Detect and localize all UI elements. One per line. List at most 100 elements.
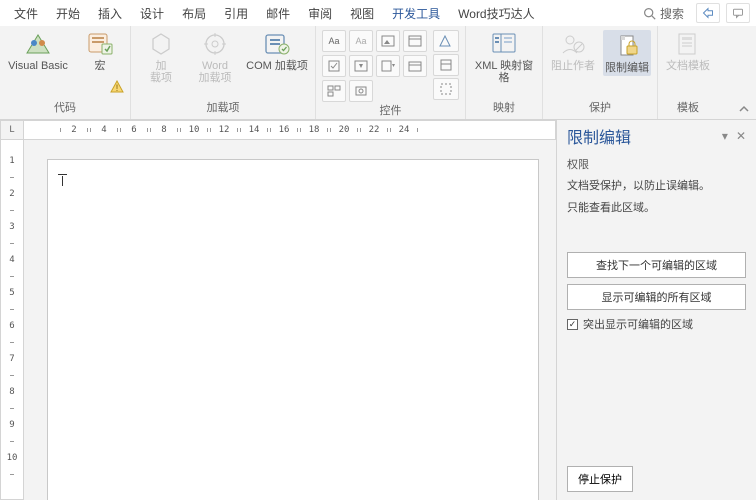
warning-icon: ! [110, 80, 124, 94]
tab-view[interactable]: 视图 [342, 1, 382, 26]
com-addins-label: COM 加载项 [246, 60, 308, 72]
horizontal-ruler[interactable]: 24681012141618202224 [24, 120, 556, 140]
ruler-mark: 9 [9, 420, 14, 430]
control-legacy[interactable] [349, 80, 373, 102]
panel-close-button[interactable]: ✕ [736, 129, 746, 143]
visual-basic-label: Visual Basic [8, 60, 68, 72]
tab-design[interactable]: 设计 [132, 1, 172, 26]
tab-selector[interactable]: L [0, 120, 24, 140]
control-plaintext[interactable]: Aa [349, 30, 373, 52]
control-checkbox[interactable] [322, 55, 346, 77]
word-addins-icon [199, 30, 231, 58]
design-mode-button[interactable] [433, 30, 459, 52]
ruler-mark: 3 [9, 222, 14, 232]
ruler-mark: 22 [363, 125, 385, 135]
search-label: 搜索 [660, 5, 684, 22]
addins-label: 加 载项 [150, 60, 172, 84]
ruler-mark: 5 [9, 288, 14, 298]
xml-mapping-label: XML 映射窗格 [472, 60, 536, 84]
tab-tips[interactable]: Word技巧达人 [450, 1, 542, 26]
doc-template-icon [672, 30, 704, 58]
ruler-mark: 18 [303, 125, 325, 135]
share-button[interactable] [696, 3, 720, 23]
highlight-regions-checkbox[interactable]: ✓ 突出显示可编辑的区域 [567, 316, 746, 332]
ruler-mark: 4 [9, 255, 14, 265]
ruler-mark: 16 [273, 125, 295, 135]
group-controls-button[interactable] [433, 78, 459, 100]
tab-references[interactable]: 引用 [216, 1, 256, 26]
word-addins-label: Word 加载项 [199, 60, 232, 84]
svg-text:!: ! [116, 83, 119, 93]
control-datepicker[interactable] [403, 55, 427, 77]
xml-mapping-icon [488, 30, 520, 58]
ruler-mark: 12 [213, 125, 235, 135]
tab-review[interactable]: 审阅 [300, 1, 340, 26]
highlight-regions-label: 突出显示可编辑的区域 [583, 316, 693, 332]
ruler-mark: 7 [9, 354, 14, 364]
document-canvas[interactable] [24, 140, 556, 500]
tab-insert[interactable]: 插入 [90, 1, 130, 26]
doc-template-button[interactable]: 文档模板 [664, 30, 712, 72]
control-dropdown[interactable] [376, 55, 400, 77]
group-controls: Aa Aa [316, 26, 466, 119]
macros-button[interactable]: 宏 ! [76, 30, 124, 72]
macros-label: 宏 [95, 60, 106, 72]
collapse-ribbon-button[interactable] [738, 103, 750, 115]
controls-gallery: Aa Aa [322, 30, 427, 102]
block-authors-icon [557, 30, 589, 58]
tab-developer[interactable]: 开发工具 [384, 1, 448, 26]
restrict-editing-label: 限制编辑 [605, 62, 649, 74]
control-picture[interactable] [376, 30, 400, 52]
word-addins-button[interactable]: Word 加载项 [191, 30, 239, 84]
control-repeating[interactable] [322, 80, 346, 102]
group-code: Visual Basic 宏 ! 代码 [0, 26, 131, 119]
com-addins-button[interactable]: COM 加载项 [245, 30, 309, 72]
search-box[interactable]: 搜索 [637, 5, 690, 22]
panel-info-line1: 文档受保护，以防止误编辑。 [567, 178, 746, 194]
vertical-ruler[interactable]: 1 2 3 4 5 6 7 8 9 10 [0, 140, 24, 500]
comments-button[interactable] [726, 3, 750, 23]
ruler-mark: 4 [93, 125, 115, 135]
block-authors-button[interactable]: 阻止作者 [549, 30, 597, 72]
ruler-mark: 1 [9, 156, 14, 166]
restrict-editing-button[interactable]: 限制编辑 [603, 30, 651, 76]
restrict-editing-icon [611, 32, 643, 60]
addins-icon [145, 30, 177, 58]
stop-protection-button[interactable]: 停止保护 [567, 466, 633, 492]
addins-button[interactable]: 加 载项 [137, 30, 185, 84]
show-all-regions-button[interactable]: 显示可编辑的所有区域 [567, 284, 746, 310]
text-cursor [58, 176, 68, 186]
ruler-mark: 14 [243, 125, 265, 135]
ruler-mark: 2 [9, 189, 14, 199]
control-combobox[interactable] [349, 55, 373, 77]
control-building-block[interactable] [403, 30, 427, 52]
block-authors-label: 阻止作者 [551, 60, 595, 72]
document-page[interactable] [48, 160, 538, 500]
group-mapping: XML 映射窗格 映射 [466, 26, 543, 119]
ruler-mark: 10 [7, 453, 18, 463]
panel-options-button[interactable]: ▾ [722, 129, 728, 143]
macros-icon [84, 30, 116, 58]
ruler-mark: 24 [393, 125, 415, 135]
tab-mailings[interactable]: 邮件 [258, 1, 298, 26]
panel-info-line2: 只能查看此区域。 [567, 200, 746, 216]
visual-basic-button[interactable]: Visual Basic [6, 30, 70, 72]
ruler-mark: 10 [183, 125, 205, 135]
tab-layout[interactable]: 布局 [174, 1, 214, 26]
ruler-mark: 6 [123, 125, 145, 135]
tab-file[interactable]: 文件 [6, 1, 46, 26]
group-addins-label: 加载项 [207, 99, 240, 117]
control-richtext[interactable]: Aa [322, 30, 346, 52]
xml-mapping-button[interactable]: XML 映射窗格 [472, 30, 536, 84]
tab-home[interactable]: 开始 [48, 1, 88, 26]
ruler-mark: 20 [333, 125, 355, 135]
find-next-region-button[interactable]: 查找下一个可编辑的区域 [567, 252, 746, 278]
restrict-editing-panel: 限制编辑 ▾ ✕ 权限 文档受保护，以防止误编辑。 只能查看此区域。 查找下一个… [556, 120, 756, 500]
ruler-mark: 8 [153, 125, 175, 135]
ruler-mark: 6 [9, 321, 14, 331]
properties-button[interactable] [433, 54, 459, 76]
group-protect-label: 保护 [589, 99, 611, 117]
ruler-mark: 8 [9, 387, 14, 397]
ruler-mark: 2 [63, 125, 85, 135]
panel-title: 限制编辑 [567, 124, 714, 148]
